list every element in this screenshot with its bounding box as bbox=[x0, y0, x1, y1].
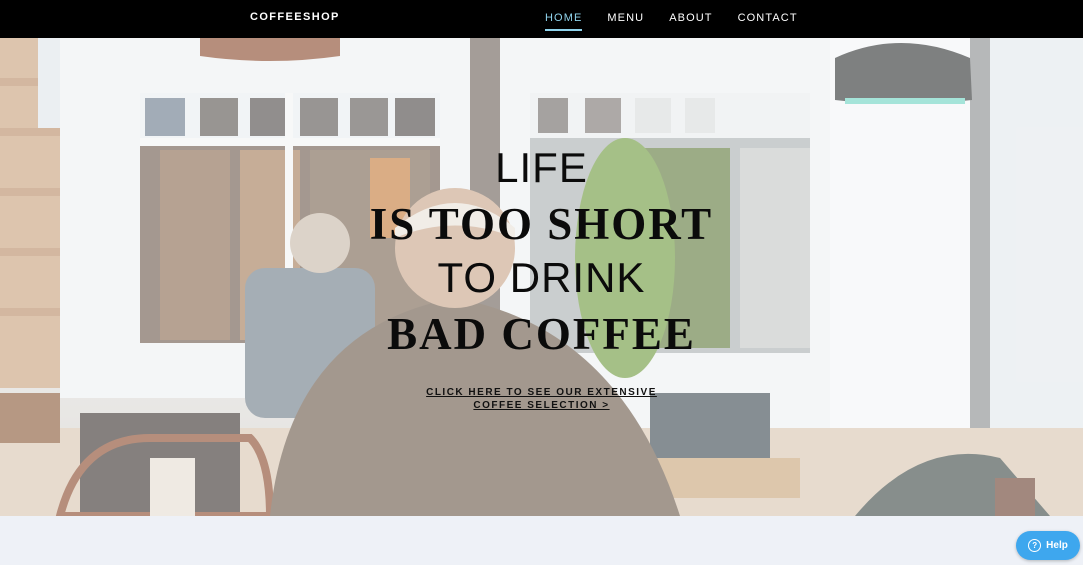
cta-line-2: COFFEE SELECTION > bbox=[473, 400, 610, 411]
cta-line-1: CLICK HERE TO SEE OUR EXTENSIVE bbox=[426, 387, 657, 398]
hero-line-bad-coffee: BAD COFFEE bbox=[387, 309, 696, 359]
nav-about[interactable]: ABOUT bbox=[669, 12, 712, 28]
content-section bbox=[0, 516, 1083, 565]
hero-section: LIFE IS TOO SHORT TO DRINK BAD COFFEE CL… bbox=[0, 38, 1083, 516]
hero-line-to-drink: TO DRINK bbox=[437, 254, 646, 301]
coffee-selection-link[interactable]: CLICK HERE TO SEE OUR EXTENSIVE COFFEE S… bbox=[0, 386, 1083, 412]
hero-line-is-too-short: IS TOO SHORT bbox=[369, 199, 714, 249]
nav-menu[interactable]: MENU bbox=[607, 12, 644, 28]
top-navigation-bar: COFFEESHOP HOME MENU ABOUT CONTACT bbox=[0, 0, 1083, 38]
help-button[interactable]: ? Help bbox=[1016, 531, 1080, 560]
help-label: Help bbox=[1046, 540, 1068, 551]
hero-line-life: LIFE bbox=[495, 144, 588, 191]
brand-logo[interactable]: COFFEESHOP bbox=[250, 11, 340, 23]
question-circle-icon: ? bbox=[1028, 539, 1042, 552]
nav-home[interactable]: HOME bbox=[545, 12, 583, 31]
main-nav: HOME MENU ABOUT CONTACT bbox=[545, 12, 798, 31]
nav-contact[interactable]: CONTACT bbox=[738, 12, 798, 28]
